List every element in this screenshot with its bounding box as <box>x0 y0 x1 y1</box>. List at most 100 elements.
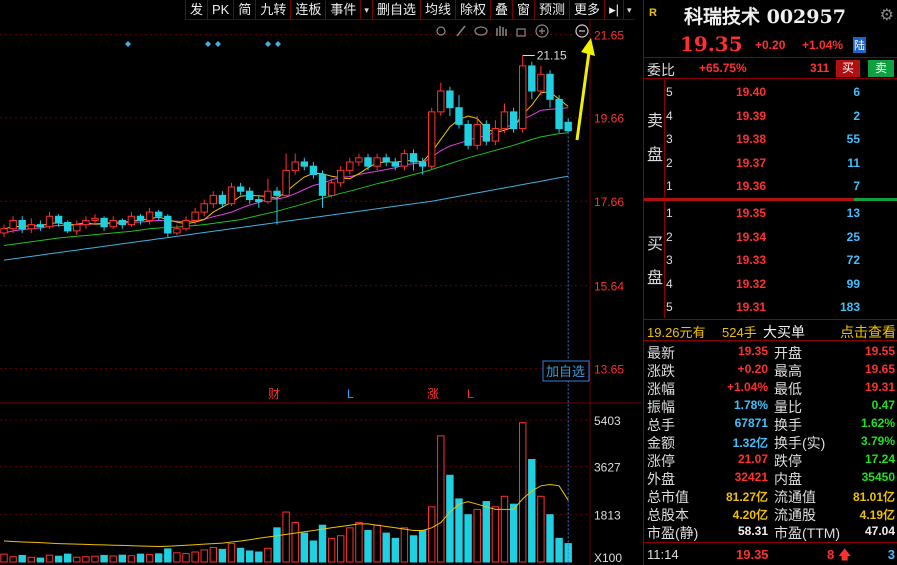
stat-row: 金额 1.32亿 换手(实) 3.79% <box>644 433 897 451</box>
stat-value: 81.01亿 <box>852 490 895 504</box>
volume-bars[interactable] <box>0 422 572 563</box>
stat-label: 总股本 <box>647 507 689 523</box>
volume-bar <box>400 527 409 563</box>
sell-button[interactable]: 卖 <box>868 60 894 77</box>
event-marker[interactable]: L <box>347 387 354 401</box>
candle-body <box>246 190 254 201</box>
bid-row[interactable]: 5 19.31 183 <box>644 297 897 319</box>
volume-bar <box>473 508 481 563</box>
ask-row[interactable]: 1 19.36 7 <box>644 176 897 198</box>
volume-bar <box>346 527 354 563</box>
gear-icon[interactable]: ⚙ <box>880 5 894 25</box>
arrow-up-icon: 🡅 <box>838 547 852 562</box>
bid-row[interactable]: 3 19.33 72 <box>644 250 897 272</box>
bid-price: 19.34 <box>736 229 767 244</box>
candle-body <box>546 73 554 100</box>
candle-body <box>127 215 136 226</box>
stat-value: 17.24 <box>864 452 895 466</box>
volume-bar <box>91 555 99 563</box>
quote-panel: R 科瑞技术 002957 ⚙ 19.35 +0.20 +1.04% 陆 委比 … <box>643 0 897 565</box>
stat-value: 47.04 <box>864 524 895 538</box>
stat-label: 内盘 <box>774 471 802 487</box>
volume-bar <box>264 547 272 563</box>
stat-label: 换手(实) <box>774 435 826 451</box>
bid-level: 2 <box>666 229 673 244</box>
event-marker[interactable]: L <box>467 387 474 401</box>
weibi-label: 委比 <box>647 62 675 78</box>
volume-bar <box>546 514 554 563</box>
margin-badge: R <box>649 7 657 19</box>
bid-level: 1 <box>666 206 673 220</box>
ask-row[interactable]: 3 19.38 55 <box>644 129 897 151</box>
last-trade-row[interactable]: 11:14 19.35 8 🡅 3 <box>644 542 897 565</box>
stat-row: 总股本 4.20亿 流通股 4.19亿 <box>644 505 897 523</box>
stat-label: 总市值 <box>647 489 689 505</box>
event-marker[interactable]: 财 <box>268 387 280 401</box>
bid-row[interactable]: 2 19.34 25 <box>644 227 897 249</box>
candle-body <box>509 111 518 130</box>
candlestick-series[interactable] <box>0 55 572 238</box>
volume-bar <box>382 532 390 563</box>
stat-label: 涨跌 <box>647 363 675 379</box>
ask-level: 1 <box>666 179 673 193</box>
volume-bar <box>509 503 518 563</box>
stat-label: 市盈(静) <box>647 525 699 541</box>
stat-value: 81.27亿 <box>725 490 768 504</box>
order-book-divider-ask <box>854 198 897 201</box>
big-order-row[interactable]: 19.26元有 524手 大买单 点击查看 <box>644 319 897 341</box>
volume-tick-label: 1813 <box>594 508 621 522</box>
candle-body <box>218 194 227 205</box>
volume-bar <box>127 555 136 563</box>
volume-bar <box>200 549 208 563</box>
volume-bar <box>109 555 117 563</box>
stat-value: 19.65 <box>864 362 895 376</box>
volume-unit-label: X100 <box>594 551 622 565</box>
kline-chart-area[interactable]: 发 PK 简九转 连板 事件 ▾ 删自选 均线 除权叠窗预测 更多 ▸| ▾ 21.65 19.66 17… <box>0 0 642 565</box>
ask-row[interactable]: 2 19.37 11 <box>644 153 897 175</box>
bid-level: 3 <box>666 253 673 267</box>
bid-row[interactable]: 4 19.32 99 <box>644 274 897 296</box>
candle-body <box>109 219 117 228</box>
volume-bar <box>255 551 263 563</box>
stat-label: 涨幅 <box>647 381 675 397</box>
candle-body <box>318 174 327 196</box>
volume-bar <box>373 524 381 563</box>
ask-row[interactable]: 4 19.39 2 <box>644 106 897 128</box>
buy-button[interactable]: 买 <box>836 60 860 77</box>
volume-bar <box>282 511 290 563</box>
stat-value: 19.31 <box>864 380 895 394</box>
bid-row[interactable]: 1 19.35 13 <box>644 203 897 225</box>
candle-body <box>437 90 445 113</box>
big-order-link[interactable]: 点击查看 <box>840 322 896 342</box>
volume-bar <box>136 553 145 563</box>
volume-bar <box>0 553 8 563</box>
candle-body <box>364 157 372 167</box>
candle-body <box>91 217 99 221</box>
volume-bar <box>82 556 90 563</box>
stat-value: 3.79% <box>860 434 895 448</box>
settings-icon <box>436 26 446 36</box>
candle-body <box>164 215 172 234</box>
candle-body <box>455 107 463 125</box>
event-marker[interactable]: 涨 <box>427 386 439 401</box>
chart-tool-icons[interactable] <box>436 24 589 38</box>
stat-row: 涨幅 +1.04% 最低 19.31 <box>644 379 897 397</box>
stat-value: 67871 <box>734 416 768 430</box>
volume-bar <box>327 537 336 563</box>
candle-body <box>191 211 199 221</box>
volume-bar <box>446 474 454 563</box>
ask-volume: 11 <box>847 155 860 170</box>
diamond-marker <box>215 41 221 47</box>
add-watchlist-label[interactable]: 加自选 <box>546 364 585 379</box>
volume-bar <box>418 529 427 563</box>
candle-body <box>264 190 272 203</box>
high-price-label: 21.15 <box>537 48 567 62</box>
candle-body <box>173 228 181 234</box>
ask-volume: 7 <box>853 179 860 193</box>
stat-label: 外盘 <box>647 471 675 487</box>
ask-row[interactable]: 5 19.40 6 <box>644 82 897 104</box>
kline-chart-svg[interactable]: 21.65 19.66 17.66 15.64 13.65 5403 3627 1813 X1… <box>0 0 642 565</box>
volume-bar <box>537 495 545 563</box>
volume-bar <box>428 506 436 563</box>
ask-level: 3 <box>666 132 673 146</box>
